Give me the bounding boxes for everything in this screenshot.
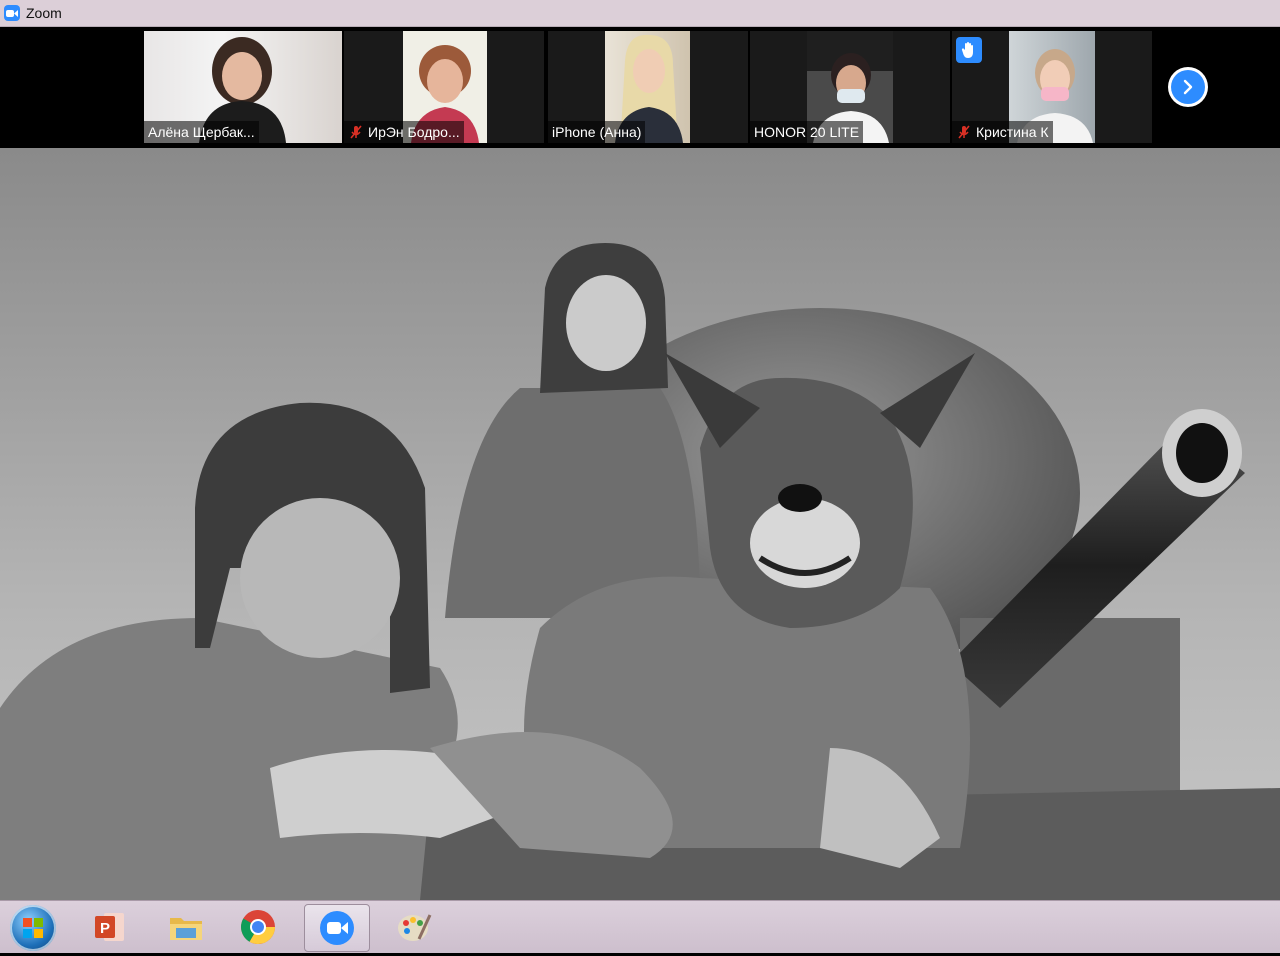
participant-name-bar: iPhone (Анна): [548, 121, 646, 143]
next-participants-button[interactable]: [1168, 67, 1208, 107]
raised-hand-icon: [956, 37, 982, 63]
participant-name: ИрЭн Бодро...: [368, 124, 460, 140]
muted-mic-icon: [958, 125, 970, 139]
participant-tile[interactable]: HONOR 20 LITE: [750, 31, 950, 143]
participant-tile[interactable]: ИрЭн Бодро...: [344, 31, 544, 143]
paint-icon[interactable]: [382, 904, 446, 950]
muted-mic-icon: [350, 125, 362, 139]
taskbar: P: [0, 900, 1280, 953]
shared-screen-image: [0, 148, 1280, 900]
participant-tile[interactable]: Кристина К: [952, 31, 1152, 143]
participant-name-bar: Кристина К: [952, 121, 1053, 143]
participant-name: iPhone (Анна): [552, 124, 642, 140]
participant-name: Алёна Щербак...: [148, 124, 255, 140]
powerpoint-icon[interactable]: P: [78, 904, 142, 950]
svg-text:P: P: [100, 920, 110, 937]
window-title: Zoom: [26, 5, 62, 21]
participant-name: HONOR 20 LITE: [754, 124, 860, 140]
window-title-bar: Zoom: [0, 0, 1280, 27]
participant-strip: Алёна Щербак... ИрЭн Бодро... iPhone (Ан…: [0, 27, 1280, 147]
participant-tile[interactable]: iPhone (Анна): [548, 31, 748, 143]
participant-name-bar: ИрЭн Бодро...: [344, 121, 464, 143]
participant-tile[interactable]: Алёна Щербак...: [144, 31, 342, 143]
zoom-app-icon: [4, 5, 20, 21]
start-orb[interactable]: [10, 905, 56, 951]
chrome-icon[interactable]: [226, 904, 290, 950]
shared-photo: [0, 148, 1280, 900]
participant-name-bar: Алёна Щербак...: [144, 121, 259, 143]
file-explorer-icon[interactable]: [154, 904, 218, 950]
participant-name: Кристина К: [976, 124, 1049, 140]
chevron-right-icon: [1171, 70, 1205, 104]
zoom-icon[interactable]: [304, 904, 370, 952]
participant-name-bar: HONOR 20 LITE: [750, 121, 864, 143]
